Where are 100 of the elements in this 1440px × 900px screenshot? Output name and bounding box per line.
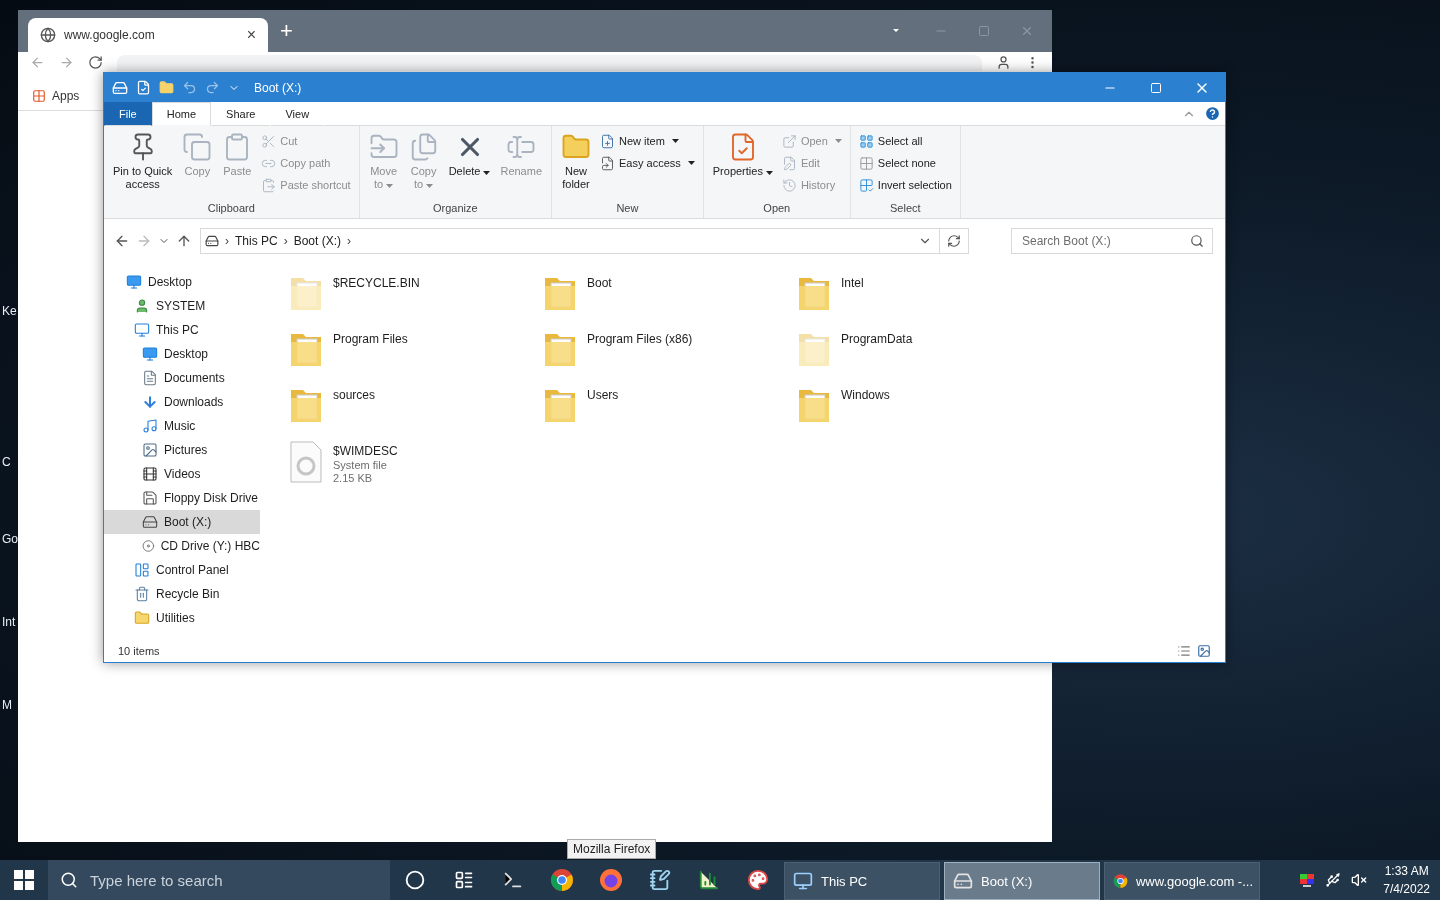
close-tab-button[interactable]: ×: [246, 26, 256, 44]
drive-icon: [205, 234, 219, 248]
chart-icon: [697, 869, 720, 891]
fox-browser-icon: [598, 868, 623, 892]
file-name: Program Files: [333, 332, 408, 346]
system-file-icon: [289, 440, 323, 484]
nav-item[interactable]: Downloads: [104, 390, 260, 414]
profile-icon[interactable]: [996, 55, 1011, 70]
file-item[interactable]: $RECYCLE.BIN: [289, 272, 543, 328]
trash-icon: [134, 586, 150, 602]
ribbon-tab[interactable]: Home: [151, 102, 212, 126]
nav-item[interactable]: Floppy Disk Drive: [104, 486, 260, 510]
file-item[interactable]: Users: [543, 384, 797, 440]
ribbon-button[interactable]: Select all: [856, 132, 954, 150]
ribbon-button[interactable]: Select none: [856, 154, 954, 172]
caret-icon: [426, 184, 434, 188]
nav-item[interactable]: Pictures: [104, 438, 260, 462]
back-icon[interactable]: [114, 233, 130, 249]
drive-icon: [112, 79, 128, 96]
muted-speaker-icon[interactable]: [1351, 872, 1368, 888]
copy-icon: [182, 132, 213, 162]
search-input[interactable]: Search Boot (X:): [1020, 233, 1190, 249]
file-name: ProgramData: [841, 332, 913, 346]
file-item[interactable]: $WIMDESC System file 2.15 KB: [289, 440, 543, 496]
up-icon[interactable]: [176, 233, 192, 249]
details-view-icon[interactable]: [1177, 644, 1191, 658]
group-label: Clipboard: [206, 202, 256, 216]
nav-item[interactable]: Utilities: [104, 606, 260, 630]
nav-item[interactable]: Desktop: [104, 342, 260, 366]
ribbon-button[interactable]: Pin to Quick access: [110, 130, 176, 202]
ribbon-button[interactable]: New folder: [558, 130, 594, 202]
group-label: New: [615, 202, 640, 216]
file-item[interactable]: Intel: [797, 272, 1051, 328]
ribbon-button[interactable]: Easy access: [598, 154, 697, 172]
ribbon-button[interactable]: Invert selection: [856, 176, 954, 194]
breadcrumb-separator: ›: [283, 234, 288, 248]
reload-icon[interactable]: [88, 55, 103, 70]
nav-item[interactable]: Recycle Bin: [104, 582, 260, 606]
breadcrumb-item[interactable]: This PC: [235, 234, 278, 248]
search-input[interactable]: Type here to search: [88, 870, 390, 890]
ribbon-button[interactable]: New item: [598, 132, 697, 150]
taskbar-window-button[interactable]: Boot (X:): [944, 862, 1100, 900]
computer-icon: [134, 322, 150, 338]
nav-item[interactable]: SYSTEM: [104, 294, 260, 318]
nav-item[interactable]: Control Panel: [104, 558, 260, 582]
bookmark-link[interactable]: Apps: [32, 89, 80, 103]
file-menu-tab[interactable]: File: [104, 102, 152, 126]
nav-item[interactable]: Boot (X:): [104, 510, 260, 534]
nav-item[interactable]: Documents: [104, 366, 260, 390]
file-item[interactable]: Windows: [797, 384, 1051, 440]
browser-icon: [549, 868, 574, 892]
breadcrumb-separator: ›: [347, 234, 352, 248]
control-panel-icon: [134, 562, 150, 578]
file-name: Windows: [841, 388, 890, 402]
tab-title: www.google.com: [64, 28, 156, 42]
grid-icon: [858, 155, 874, 171]
address-field[interactable]: › This PC › Boot (X:) ›: [200, 228, 969, 254]
nav-item[interactable]: Music: [104, 414, 260, 438]
taskbar-window-button[interactable]: www.google.com -...: [1104, 862, 1260, 900]
taskbar-window-button[interactable]: This PC: [784, 862, 940, 900]
ribbon-button[interactable]: Delete: [445, 130, 494, 202]
drive-icon: [142, 490, 158, 506]
nav-item[interactable]: CD Drive (Y:) HBC: [104, 534, 260, 558]
desktop-icon-label[interactable]: C: [2, 455, 11, 469]
nav-item[interactable]: This PC: [104, 318, 260, 342]
ribbon-button[interactable]: Properties: [709, 130, 776, 202]
edit-icon: [781, 155, 797, 171]
desktop-icon-label[interactable]: Go: [2, 532, 18, 546]
new-tab-button[interactable]: +: [280, 18, 293, 44]
browser-tab[interactable]: www.google.com ×: [28, 18, 268, 52]
group-label: Select: [889, 202, 922, 216]
display-icon[interactable]: [1299, 872, 1316, 888]
properties-icon[interactable]: [136, 80, 151, 95]
taskbar-search-field[interactable]: Type here to search: [48, 860, 390, 900]
file-name: Boot: [587, 276, 612, 290]
computer-icon: [793, 871, 813, 891]
file-item[interactable]: Program Files (x86): [543, 328, 797, 384]
clock[interactable]: 1:33 AM 7/4/2022: [1377, 862, 1430, 898]
file-item[interactable]: Boot: [543, 272, 797, 328]
desktop-icon-label[interactable]: Int: [2, 615, 16, 629]
group-label: Organize: [432, 202, 479, 216]
file-item[interactable]: sources: [289, 384, 543, 440]
search-icon: [1190, 234, 1204, 248]
file-item[interactable]: ProgramData: [797, 328, 1051, 384]
usb-icon[interactable]: [1325, 872, 1342, 888]
large-icons-view-icon[interactable]: [1197, 644, 1211, 658]
folder-icon: [134, 610, 150, 626]
desktop-icon-label[interactable]: Ke: [2, 304, 17, 318]
file-name: $RECYCLE.BIN: [333, 276, 420, 290]
refresh-icon[interactable]: [947, 234, 961, 248]
help-icon[interactable]: [1204, 105, 1221, 122]
breadcrumb-item[interactable]: Boot (X:): [293, 234, 342, 248]
file-item[interactable]: Program Files: [289, 328, 543, 384]
nav-item[interactable]: Videos: [104, 462, 260, 486]
desktop-icon-label[interactable]: M: [2, 698, 12, 712]
search-field[interactable]: Search Boot (X:): [1011, 228, 1213, 254]
nav-item[interactable]: Desktop: [104, 270, 260, 294]
document-icon: [142, 370, 158, 386]
folder-icon[interactable]: [159, 80, 174, 95]
drive-icon: [142, 514, 158, 530]
